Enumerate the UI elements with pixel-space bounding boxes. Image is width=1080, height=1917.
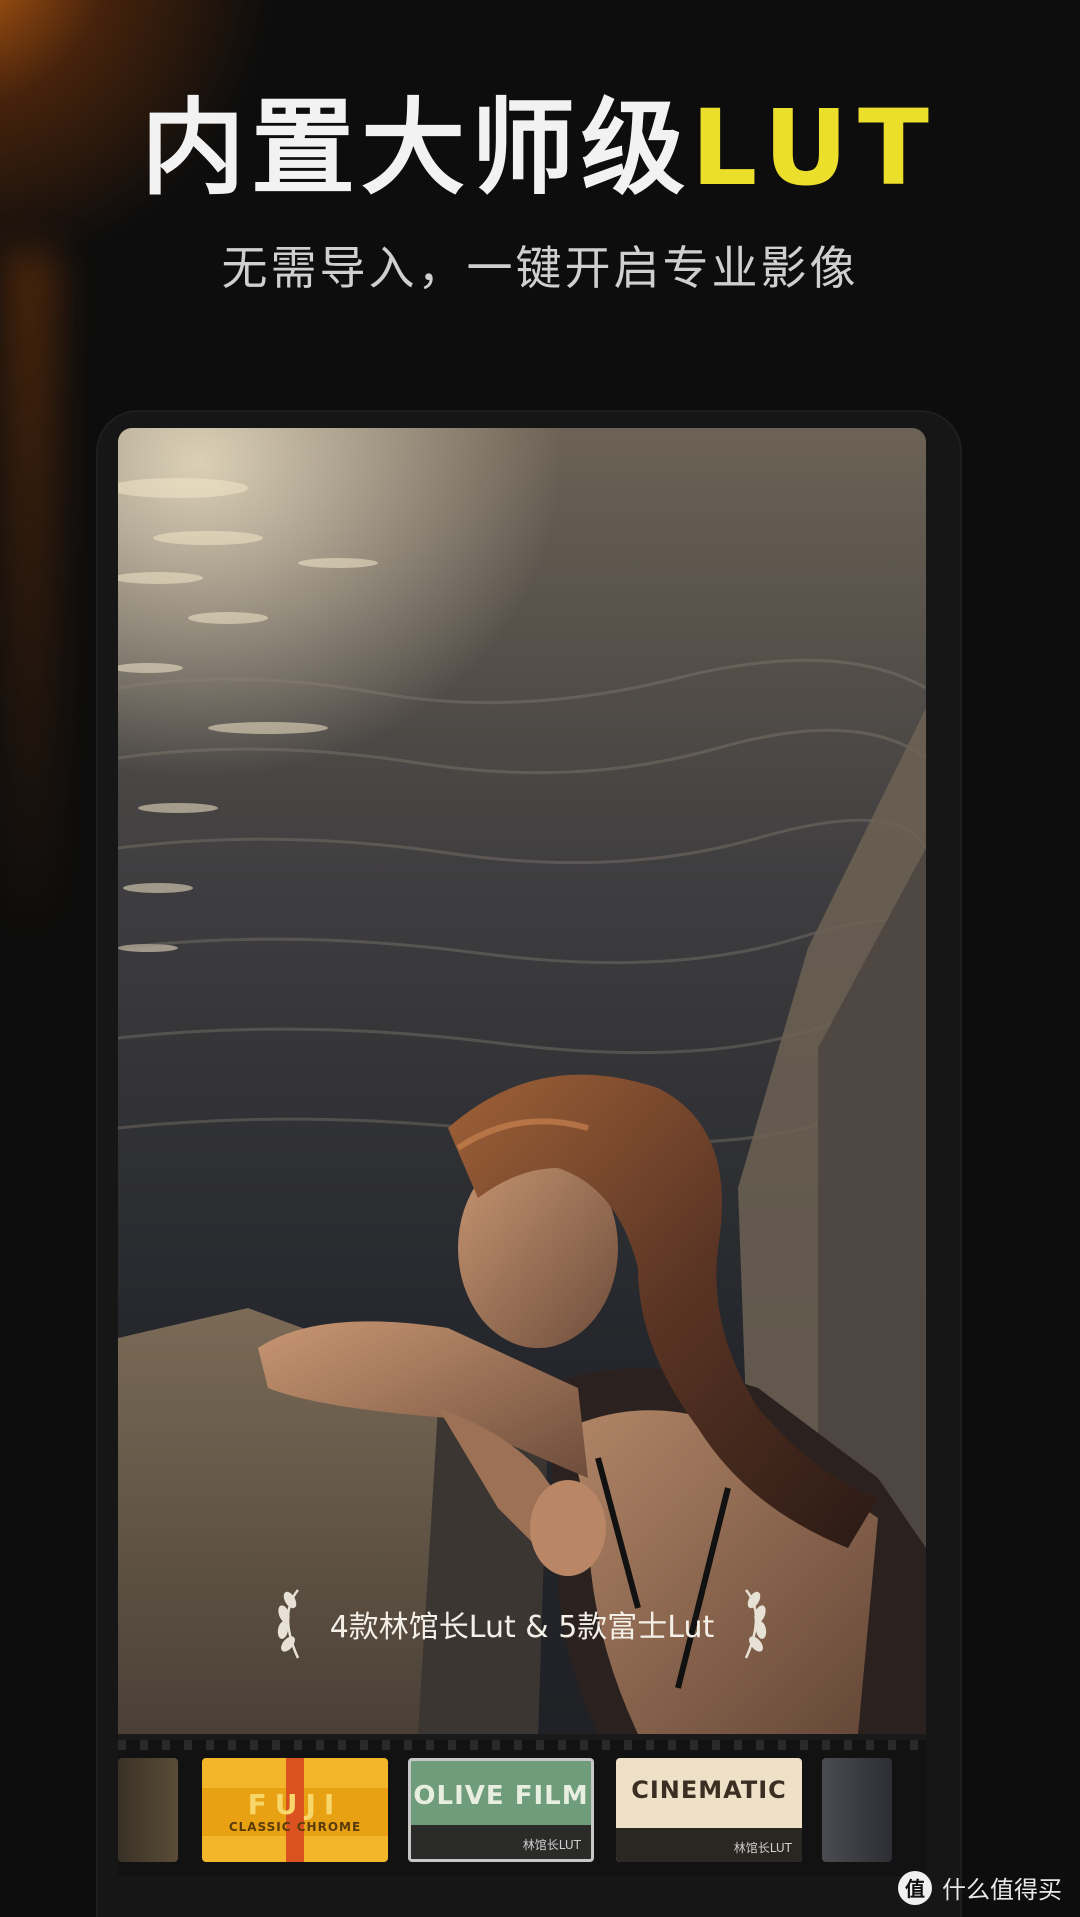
filter-title: OLIVE FILM [413, 1781, 589, 1811]
watermark-logo-icon: 值 [898, 1870, 932, 1905]
filter-card-fuji[interactable]: FUJI CLASSIC CHROME [202, 1758, 388, 1862]
filter-card-partial-right[interactable] [822, 1758, 892, 1862]
filter-subtitle: 林馆长LUT [733, 1841, 792, 1855]
filter-subtitle: CLASSIC CHROME [228, 1820, 362, 1834]
filter-strip[interactable]: FUJI CLASSIC CHROME OLIVE FILM 林馆长LUT CI… [118, 1734, 926, 1876]
headline: 内置大师级LUT [0, 88, 1080, 208]
laurel-left-icon [277, 1589, 299, 1659]
headline-main: 内置大师级 [141, 87, 692, 209]
laurel-right-icon [745, 1589, 767, 1659]
watermark: 值 什么值得买 [898, 1870, 1062, 1905]
watermark-text: 什么值得买 [942, 1876, 1062, 1904]
photo-illustration [118, 428, 926, 1734]
lut-count-badge: 4款林馆长Lut & 5款富士Lut [118, 1584, 926, 1664]
filter-subtitle: 林馆长LUT [522, 1838, 581, 1852]
promo-screen: 内置大师级LUT 无需导入，一键开启专业影像 4款林馆长Lut & 5款富士Lu… [0, 0, 1080, 1917]
subheadline: 无需导入，一键开启专业影像 [221, 241, 859, 295]
headline-accent: LUT [691, 87, 939, 209]
film-perforation [118, 1740, 926, 1750]
filter-card-partial-left[interactable] [118, 1758, 178, 1862]
badge-text: 4款林馆长Lut & 5款富士Lut [329, 1610, 715, 1645]
filter-card-olive-film[interactable]: OLIVE FILM 林馆长LUT [408, 1758, 594, 1862]
preview-photo [118, 428, 926, 1734]
filter-title: CINEMATIC [631, 1776, 787, 1804]
filter-title: FUJI [247, 1788, 343, 1821]
filter-card-cinematic[interactable]: CINEMATIC 林馆长LUT [616, 1758, 802, 1862]
ambient-glow [0, 250, 60, 950]
